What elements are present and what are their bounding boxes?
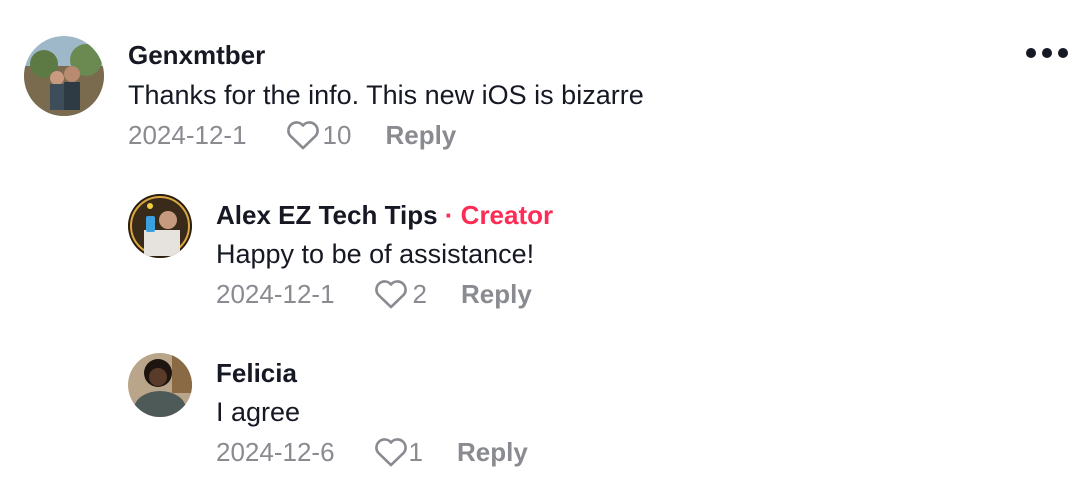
comment-item: Genxmtber Thanks for the info. This new …	[0, 0, 1080, 170]
comment-author: Alex EZ Tech Tips · Creator	[216, 200, 553, 231]
comment-text: I agree	[216, 397, 301, 427]
comment-author[interactable]: Felicia	[216, 358, 297, 389]
like-button[interactable]: 10	[285, 119, 352, 151]
reply-button[interactable]: Reply	[385, 120, 456, 151]
comment-meta: 2024-12-1 10 Reply	[128, 119, 456, 151]
heart-icon	[374, 438, 407, 467]
reply-button[interactable]: Reply	[457, 437, 528, 468]
user-avatar[interactable]	[128, 194, 192, 258]
dot-icon	[1058, 48, 1068, 58]
comment-meta: 2024-12-6 1 Reply	[216, 436, 528, 468]
comment-date: 2024-12-6	[216, 436, 335, 467]
heart-icon	[286, 121, 319, 150]
reply-button[interactable]: Reply	[461, 279, 532, 310]
author-name[interactable]: Alex EZ Tech Tips	[216, 200, 438, 230]
more-options-button[interactable]	[1026, 48, 1068, 58]
like-count: 1	[408, 436, 424, 467]
comment-text: Happy to be of assistance!	[216, 239, 535, 269]
avatar-image-icon	[24, 36, 104, 116]
comment-date: 2024-12-1	[128, 119, 247, 150]
user-avatar[interactable]	[128, 353, 192, 417]
comment-date: 2024-12-1	[216, 278, 335, 309]
reply-item: Felicia I agree 2024-12-6 1 Reply	[0, 340, 1080, 490]
like-button[interactable]: 1	[373, 436, 423, 468]
comment-meta: 2024-12-1 2 Reply	[216, 278, 532, 310]
dot-icon	[1042, 48, 1052, 58]
like-button[interactable]: 2	[373, 278, 427, 310]
avatar-image-icon	[128, 353, 192, 417]
reply-item: Alex EZ Tech Tips · Creator Happy to be …	[0, 180, 1080, 330]
like-count: 10	[322, 119, 352, 150]
heart-icon	[374, 280, 407, 309]
like-count: 2	[412, 278, 428, 309]
creator-badge: · Creator	[444, 200, 554, 230]
user-avatar[interactable]	[24, 36, 104, 116]
comment-text: Thanks for the info. This new iOS is biz…	[128, 80, 644, 110]
avatar-image-icon	[128, 194, 192, 258]
comment-author[interactable]: Genxmtber	[128, 40, 265, 71]
dot-icon	[1026, 48, 1036, 58]
